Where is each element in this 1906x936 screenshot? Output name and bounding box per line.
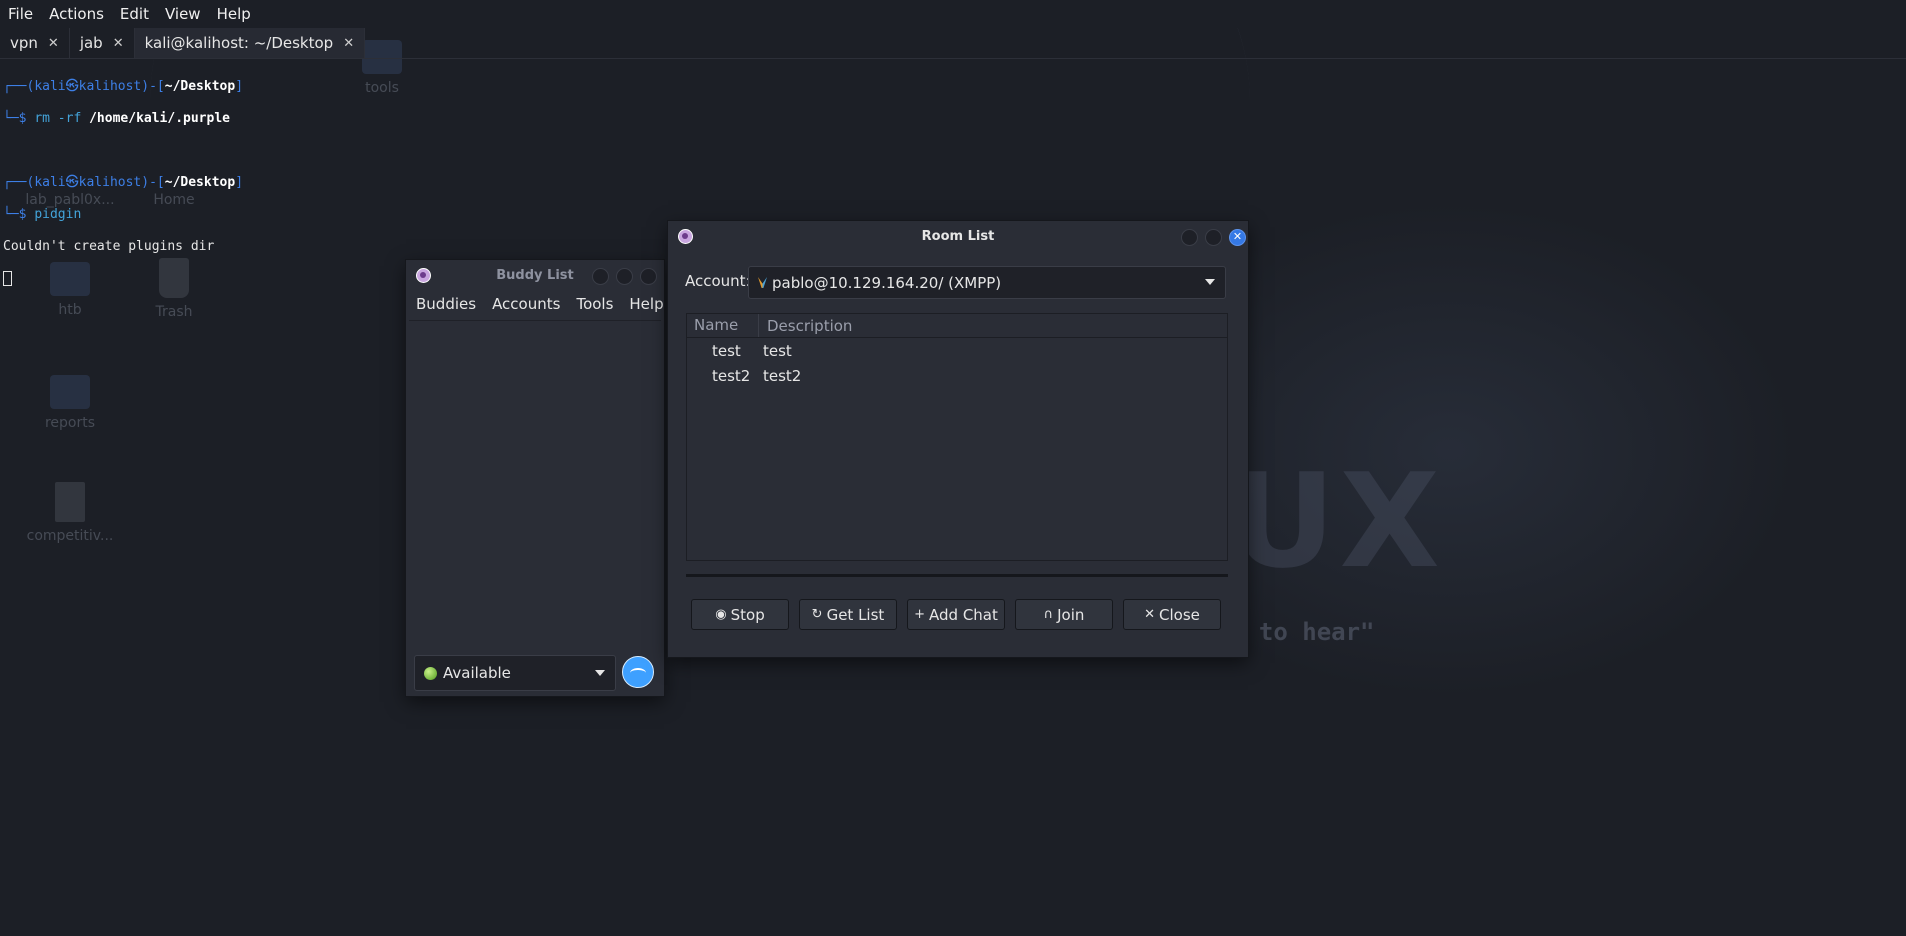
chevron-down-icon — [1205, 279, 1215, 285]
desktop-icon-reports[interactable]: reports — [20, 375, 120, 431]
add-chat-button[interactable]: + Add Chat — [907, 599, 1005, 630]
account-value: pablo@10.129.164.20/ (XMPP) — [772, 273, 1002, 292]
stop-icon: ◉ — [715, 607, 727, 622]
join-button[interactable]: ∩ Join — [1015, 599, 1113, 630]
maximize-button[interactable] — [1205, 229, 1222, 246]
table-header: Name Description — [687, 314, 1227, 338]
command-line: └─$ pidgin — [3, 207, 82, 222]
button-row: ◉ Stop ↻ Get List + Add Chat ∩ Join ✕ Cl… — [691, 599, 1231, 630]
minimize-button[interactable] — [592, 268, 609, 285]
room-description: test — [763, 341, 792, 360]
close-button[interactable]: ✕ — [1229, 229, 1246, 246]
file-icon — [55, 482, 85, 522]
cursor-line — [3, 271, 243, 287]
button-label: Join — [1057, 605, 1085, 624]
menu-file[interactable]: File — [0, 5, 41, 23]
wallpaper-quote: - to hear" — [1230, 618, 1375, 646]
menu-accounts[interactable]: Accounts — [484, 295, 568, 313]
tab-label: vpn — [10, 34, 38, 52]
wallpaper-text: UX — [1230, 445, 1444, 597]
column-header-description[interactable]: Description — [759, 315, 852, 337]
minimize-button[interactable] — [1181, 229, 1198, 246]
plus-icon: + — [914, 607, 926, 622]
output-line: Couldn't create plugins dir — [3, 239, 215, 254]
terminal-tabbar: vpn ✕ jab ✕ kali@kalihost: ~/Desktop ✕ — [0, 28, 1906, 59]
close-icon: ✕ — [1144, 607, 1156, 622]
menu-help[interactable]: Help — [209, 5, 259, 23]
prompt-line: ┌──(kali㉿kalihost)-[~/Desktop] — [3, 79, 244, 94]
window-title: Room List — [921, 228, 995, 244]
button-label: Get List — [826, 605, 885, 624]
button-label: Close — [1159, 605, 1200, 624]
tab-label: kali@kalihost: ~/Desktop — [144, 34, 334, 52]
account-label: Account: — [685, 272, 751, 290]
refresh-icon: ↻ — [811, 607, 823, 622]
command-line: └─$ rm -rf /home/kali/.purple — [3, 111, 230, 126]
table-row[interactable]: test2 test2 — [687, 363, 1227, 388]
close-icon[interactable]: ✕ — [48, 36, 59, 51]
menu-help[interactable]: Help — [621, 295, 671, 313]
menu-tools[interactable]: Tools — [568, 295, 621, 313]
chevron-down-icon — [595, 670, 605, 676]
pidgin-icon — [416, 268, 431, 283]
xmpp-icon — [758, 277, 767, 288]
desktop-icon-label: reports — [44, 415, 96, 431]
close-button[interactable] — [640, 268, 657, 285]
get-list-button[interactable]: ↻ Get List — [799, 599, 897, 630]
pidgin-icon — [678, 229, 693, 244]
folder-icon — [50, 375, 90, 409]
menu-actions[interactable]: Actions — [41, 5, 112, 23]
desktop-icon-label: tools — [365, 80, 399, 96]
buddy-list-titlebar[interactable]: Buddy List — [406, 260, 664, 290]
kali-dragon-icon[interactable] — [622, 656, 654, 688]
desktop-icon-competitiv[interactable]: competitiv... — [20, 482, 120, 544]
room-name: test — [712, 341, 741, 360]
buddy-list-menubar: Buddies Accounts Tools Help — [406, 290, 664, 318]
close-dialog-button[interactable]: ✕ Close — [1123, 599, 1221, 630]
desktop-icon-label: htb — [58, 302, 82, 318]
maximize-button[interactable] — [616, 268, 633, 285]
column-header-name[interactable]: Name — [687, 314, 759, 337]
menu-view[interactable]: View — [157, 5, 209, 23]
desktop-icon-label: competitiv... — [26, 528, 114, 544]
window-title: Buddy List — [496, 267, 574, 283]
table-row[interactable]: test test — [687, 338, 1227, 363]
room-name: test2 — [712, 366, 751, 385]
progress-separator — [686, 574, 1228, 577]
terminal-cursor — [3, 271, 12, 286]
room-list-window: Room List ✕ Account: pablo@10.129.164.20… — [668, 221, 1248, 657]
close-icon[interactable]: ✕ — [113, 36, 124, 51]
account-dropdown[interactable]: pablo@10.129.164.20/ (XMPP) — [748, 266, 1226, 299]
terminal-menubar: File Actions Edit View Help — [0, 0, 1906, 28]
room-table[interactable]: Name Description test test test2 test2 — [686, 313, 1228, 561]
room-description: test2 — [763, 366, 802, 385]
prompt-line: ┌──(kali㉿kalihost)-[~/Desktop] — [3, 175, 244, 190]
tab-label: jab — [79, 34, 103, 52]
room-list-titlebar[interactable]: Room List ✕ — [668, 221, 1248, 251]
tab-vpn[interactable]: vpn ✕ — [0, 28, 70, 58]
terminal-output[interactable]: ┌──(kali㉿kalihost)-[~/Desktop] └─$ rm -r… — [3, 63, 243, 303]
desktop-icon-label: Trash — [155, 304, 193, 320]
menu-buddies[interactable]: Buddies — [408, 295, 484, 313]
tab-desktop[interactable]: kali@kalihost: ~/Desktop ✕ — [134, 28, 366, 58]
close-icon[interactable]: ✕ — [343, 36, 354, 51]
buddy-list-tree[interactable] — [409, 320, 661, 649]
tab-jab[interactable]: jab ✕ — [70, 28, 135, 58]
buddy-list-window: Buddy List Buddies Accounts Tools Help A… — [406, 260, 664, 696]
status-label: Available — [443, 664, 511, 682]
join-icon: ∩ — [1043, 607, 1054, 622]
button-label: Stop — [730, 605, 765, 624]
menu-edit[interactable]: Edit — [112, 5, 157, 23]
available-status-icon — [424, 666, 437, 680]
button-label: Add Chat — [929, 605, 998, 624]
status-selector[interactable]: Available — [414, 655, 616, 691]
stop-button[interactable]: ◉ Stop — [691, 599, 789, 630]
